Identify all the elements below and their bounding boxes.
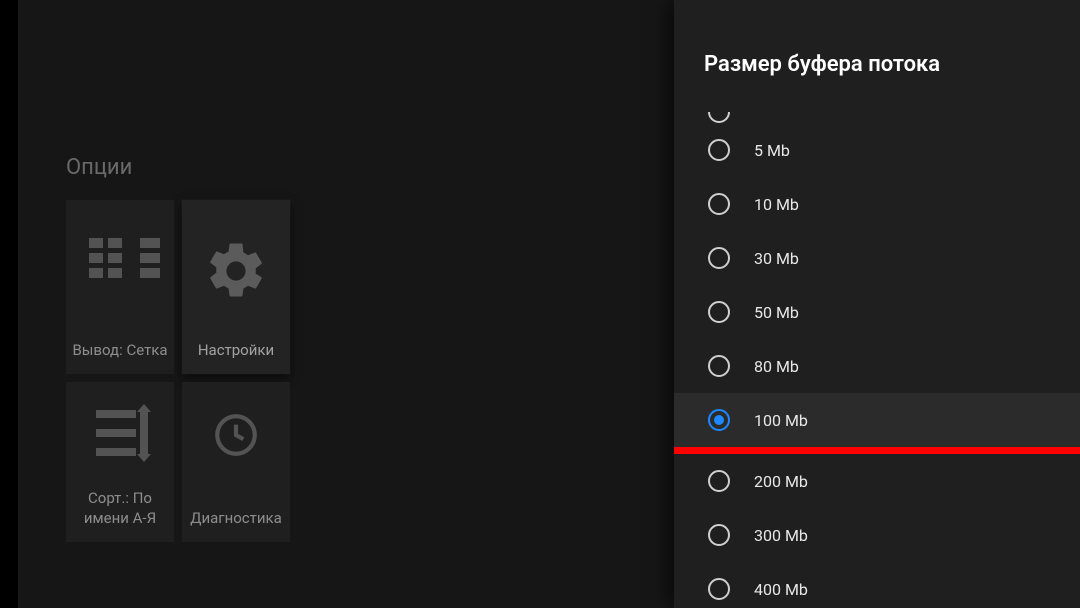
option-row-5mb[interactable]: 5 Mb — [674, 123, 1080, 177]
radio-icon — [708, 578, 730, 600]
option-row-10mb[interactable]: 10 Mb — [674, 177, 1080, 231]
option-label: 30 Mb — [754, 249, 799, 268]
option-label: 5 Mb — [754, 141, 790, 160]
option-label: 10 Mb — [754, 195, 799, 214]
option-label: 50 Mb — [754, 303, 799, 322]
radio-icon — [708, 355, 730, 377]
drawer-title: Размер буфера потока — [704, 52, 1050, 77]
radio-icon — [708, 112, 730, 123]
option-label: 400 Mb — [754, 580, 808, 599]
option-row-30mb[interactable]: 30 Mb — [674, 231, 1080, 285]
radio-icon — [708, 409, 730, 431]
option-label: 80 Mb — [754, 357, 799, 376]
scrim-overlay — [18, 0, 674, 608]
option-label: 200 Mb — [754, 472, 808, 491]
radio-icon — [708, 193, 730, 215]
option-label: 100 Mb — [754, 411, 808, 430]
option-row-80mb[interactable]: 80 Mb — [674, 339, 1080, 393]
buffer-size-drawer: Размер буфера потока 5 Mb 10 Mb 30 Mb 50… — [674, 0, 1080, 608]
radio-icon — [708, 524, 730, 546]
option-row-400mb[interactable]: 400 Mb — [674, 562, 1080, 608]
radio-icon — [708, 139, 730, 161]
option-label: 300 Mb — [754, 526, 808, 545]
highlight-bar — [674, 447, 1080, 454]
main-area: Опции Вывод: Сетка — [18, 0, 674, 608]
option-row-100mb[interactable]: 100 Mb — [674, 393, 1080, 447]
radio-icon — [708, 301, 730, 323]
left-edge-bar — [0, 0, 18, 608]
option-row-partial[interactable] — [674, 103, 1080, 123]
option-row-200mb[interactable]: 200 Mb — [674, 454, 1080, 508]
option-row-50mb[interactable]: 50 Mb — [674, 285, 1080, 339]
option-row-300mb[interactable]: 300 Mb — [674, 508, 1080, 562]
radio-icon — [708, 470, 730, 492]
radio-icon — [708, 247, 730, 269]
buffer-options-list: 5 Mb 10 Mb 30 Mb 50 Mb 80 Mb 100 Mb — [674, 103, 1080, 608]
